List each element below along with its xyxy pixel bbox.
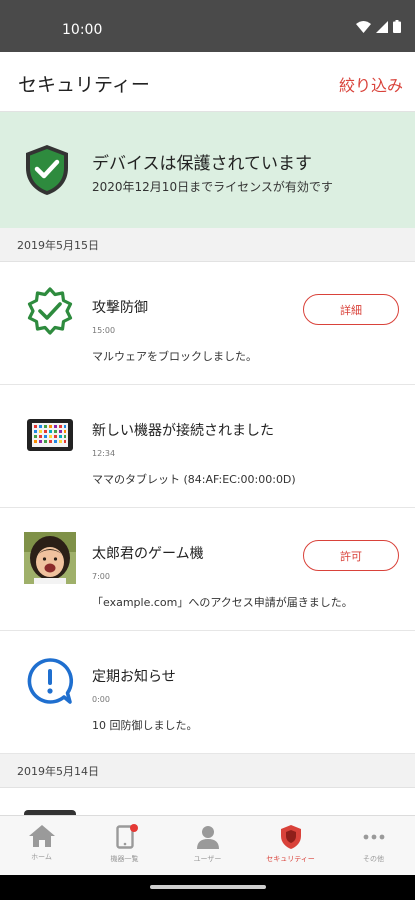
tab-home[interactable]: ホーム (0, 816, 83, 875)
more-icon (363, 834, 384, 840)
bottom-tab-bar: ホーム 機器一覧 ユーザー セキュリティー その他 (0, 815, 415, 875)
tab-label: ユーザー (193, 855, 222, 863)
item-title: 太郎君のゲーム機 (92, 546, 204, 562)
item-title: 攻撃防御 (92, 300, 148, 316)
item-description: マルウェアをブロックしました。 (92, 350, 257, 363)
system-navigation-bar (0, 875, 415, 900)
item-description: 10 回防御しました。 (92, 719, 198, 732)
app-header: セキュリティー 絞り込み (0, 52, 415, 112)
battery-icon (393, 20, 401, 33)
item-title: 新しい機器が接続されました (92, 423, 274, 439)
app-screen: セキュリティー 絞り込み デバイスは保護されています 2020年12月10日まで… (0, 52, 415, 875)
protection-title: デバイスは保護されています (92, 154, 312, 174)
user-icon (196, 826, 219, 849)
item-title: 定期お知らせ (92, 669, 176, 685)
filter-button[interactable]: 絞り込み (339, 72, 403, 96)
home-icon (28, 825, 55, 847)
page-title: セキュリティー (18, 74, 150, 96)
notification-badge (129, 824, 138, 832)
shield-check-icon (26, 145, 68, 195)
status-time: 10:00 (62, 22, 103, 38)
tab-more[interactable]: その他 (332, 816, 415, 875)
child-avatar (24, 532, 76, 584)
wifi-icon (356, 20, 371, 33)
protection-status-banner: デバイスは保護されています 2020年12月10日までライセンスが有効です (0, 112, 415, 228)
signal-icon (376, 20, 388, 33)
tab-device-list[interactable]: 機器一覧 (83, 816, 166, 875)
item-time: 0:00 (92, 695, 110, 704)
tablet-icon (27, 419, 73, 451)
tab-label: 機器一覧 (110, 855, 139, 863)
list-item-periodic-notice[interactable]: 定期お知らせ 0:00 10 回防御しました。 (0, 631, 415, 754)
status-bar: 10:00 (0, 0, 415, 52)
home-gesture-handle[interactable] (150, 885, 266, 889)
item-time: 7:00 (92, 572, 110, 581)
item-time: 15:00 (92, 326, 116, 335)
tab-label: セキュリティー (266, 855, 315, 863)
alert-bubble-icon (27, 658, 74, 704)
item-description: ママのタブレット (84:AF:EC:00:00:0D) (92, 473, 296, 486)
list-item-attack-defense[interactable]: 攻撃防御 15:00 マルウェアをブロックしました。 詳細 (0, 262, 415, 385)
tab-label: その他 (363, 855, 384, 863)
item-description: 「example.com」へのアクセス申請が届きました。 (92, 596, 353, 609)
date-section-header: 2019年5月15日 (0, 228, 415, 262)
date-section-header: 2019年5月14日 (0, 754, 415, 788)
list-item-game-console[interactable]: 太郎君のゲーム機 7:00 「example.com」へのアクセス申請が届きまし… (0, 508, 415, 631)
details-button[interactable]: 詳細 (303, 294, 399, 325)
license-expiry-text: 2020年12月10日までライセンスが有効です (92, 180, 333, 194)
status-icons (356, 20, 401, 33)
tab-security[interactable]: セキュリティー (249, 816, 332, 875)
badge-check-icon (27, 287, 73, 335)
list-item-new-device[interactable]: 新しい機器が接続されました 12:34 ママのタブレット (84:AF:EC:0… (0, 385, 415, 508)
security-shield-icon (280, 825, 301, 849)
allow-button[interactable]: 許可 (303, 540, 399, 571)
tab-label: ホーム (31, 853, 52, 861)
item-time: 12:34 (92, 449, 116, 458)
tab-users[interactable]: ユーザー (166, 816, 249, 875)
